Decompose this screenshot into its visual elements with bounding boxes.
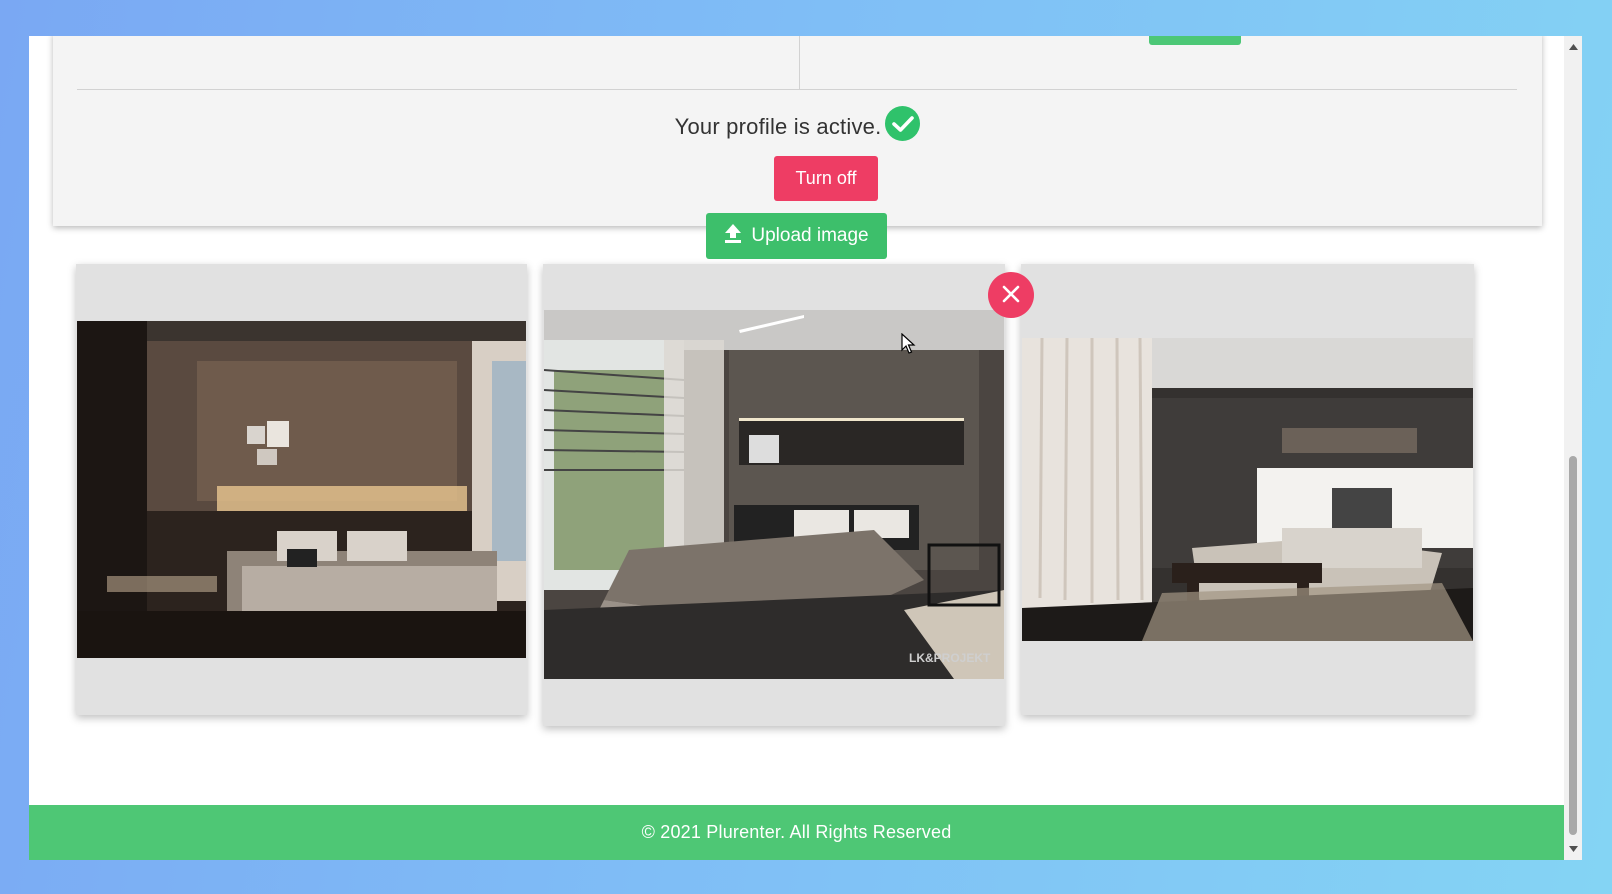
bedroom-photo-3 bbox=[1022, 338, 1473, 641]
mouse-cursor-icon bbox=[901, 332, 917, 360]
scrollbar-thumb[interactable] bbox=[1569, 456, 1577, 835]
page-content: Your profile is active. Turn off Upload … bbox=[29, 36, 1564, 860]
scroll-down-arrow-icon[interactable] bbox=[1564, 840, 1582, 858]
card-divider-horizontal bbox=[77, 89, 1517, 90]
bedroom-photo-1 bbox=[77, 321, 526, 658]
footer-copyright: © 2021 Plurenter. All Rights Reserved bbox=[641, 822, 952, 842]
card-divider-vertical bbox=[799, 36, 800, 89]
photo-watermark: LK&PROJEKT bbox=[909, 651, 991, 665]
scroll-up-arrow-icon[interactable] bbox=[1564, 38, 1582, 56]
vertical-scrollbar[interactable] bbox=[1564, 36, 1582, 860]
site-footer: © 2021 Plurenter. All Rights Reserved bbox=[29, 805, 1564, 860]
upload-button-label: Upload image bbox=[751, 225, 869, 246]
turn-off-button[interactable]: Turn off bbox=[774, 156, 878, 201]
profile-card: Your profile is active. Turn off bbox=[53, 36, 1542, 226]
active-tab-indicator[interactable] bbox=[1149, 36, 1241, 45]
browser-window: Your profile is active. Turn off Upload … bbox=[29, 36, 1582, 860]
check-circle-icon bbox=[885, 106, 921, 141]
gallery-card[interactable] bbox=[1021, 264, 1474, 715]
gallery-card-selected[interactable]: LK&PROJEKT bbox=[543, 264, 1005, 726]
upload-icon bbox=[724, 223, 742, 249]
close-icon bbox=[1002, 285, 1020, 306]
upload-image-button[interactable]: Upload image bbox=[706, 213, 887, 259]
profile-status-text: Your profile is active. bbox=[674, 113, 882, 139]
gallery-card[interactable] bbox=[76, 264, 527, 715]
profile-status-row: Your profile is active. bbox=[53, 106, 1542, 141]
remove-image-button[interactable] bbox=[988, 272, 1034, 318]
bedroom-photo-2: LK&PROJEKT bbox=[544, 310, 1004, 679]
